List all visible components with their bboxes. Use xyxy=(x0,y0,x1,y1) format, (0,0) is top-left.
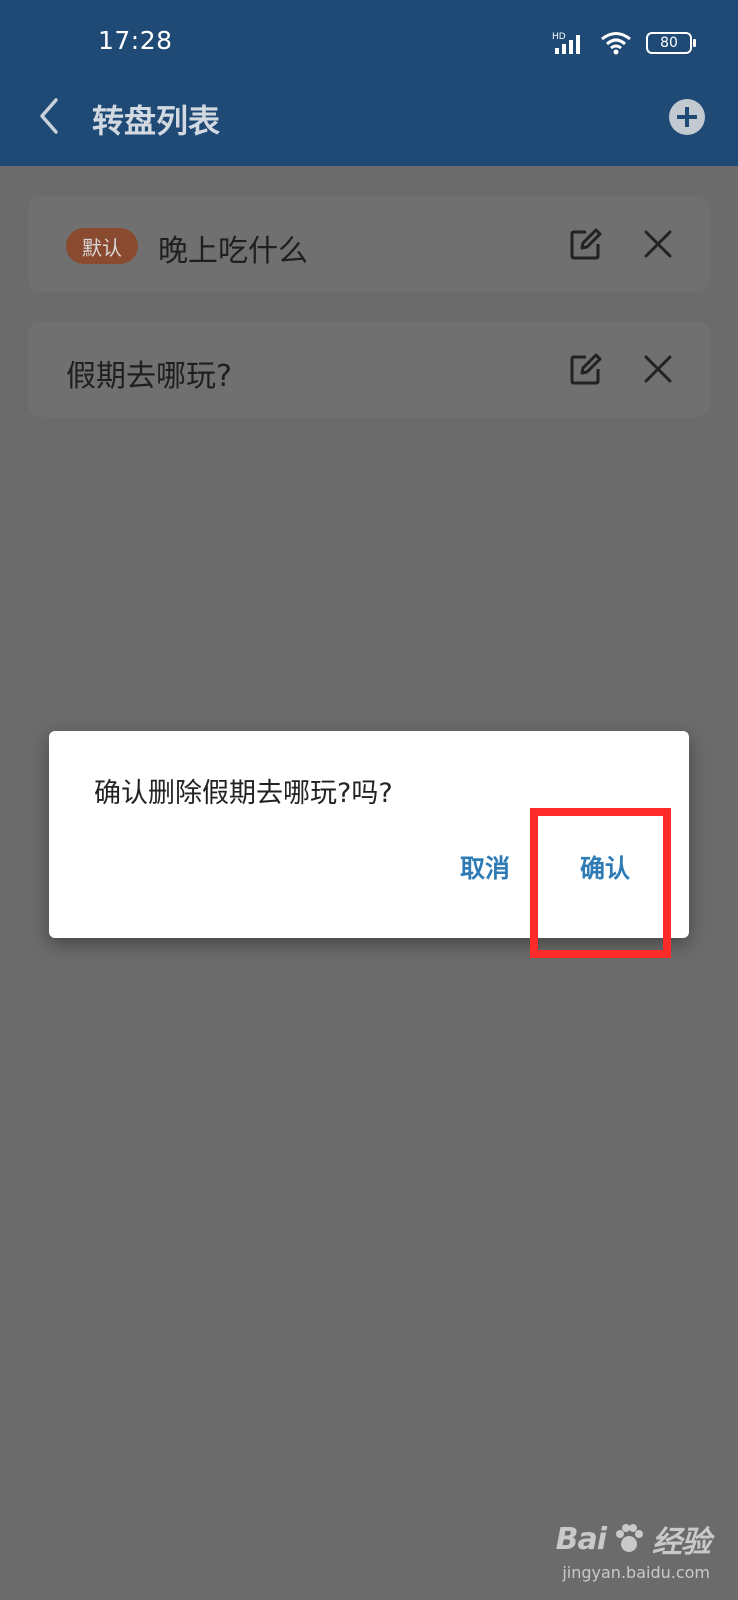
dialog-message: 确认删除假期去哪玩?吗? xyxy=(94,778,393,809)
list-item-label: 假期去哪玩? xyxy=(66,359,232,394)
signal-icon: HD xyxy=(552,32,580,54)
watermark-logo: Bai 经验 xyxy=(555,1517,711,1561)
page-title: 转盘列表 xyxy=(92,102,221,140)
back-arrow-icon[interactable] xyxy=(34,96,64,136)
delete-icon[interactable] xyxy=(642,228,674,260)
highlight-box xyxy=(530,808,671,958)
watermark-url: jingyan.baidu.com xyxy=(562,1563,710,1582)
add-icon[interactable] xyxy=(668,98,706,136)
status-time: 17:28 xyxy=(98,26,173,55)
list-item[interactable]: 假期去哪玩? xyxy=(28,321,710,417)
edit-icon[interactable] xyxy=(568,351,604,387)
list-item-label: 晚上吃什么 xyxy=(158,234,308,269)
watermark-brand: Bai xyxy=(555,1521,607,1557)
network-type: HD xyxy=(552,32,566,42)
baidu-jingyan-watermark: Bai 经验 jingyan.baidu.com xyxy=(555,1517,711,1583)
battery-level: 80 xyxy=(660,35,678,51)
default-badge: 默认 xyxy=(66,228,138,264)
cancel-button[interactable]: 取消 xyxy=(460,849,510,885)
paw-icon xyxy=(616,1524,643,1552)
list-item[interactable]: 默认 晚上吃什么 xyxy=(28,196,710,292)
delete-icon[interactable] xyxy=(642,353,674,385)
wifi-icon xyxy=(601,32,631,55)
header: 17:28 HD 80 转盘列表 xyxy=(0,0,738,166)
watermark-brand-cn: 经验 xyxy=(652,1525,711,1560)
battery-icon: 80 xyxy=(646,32,696,54)
status-icons: HD 80 xyxy=(552,28,696,58)
edit-icon[interactable] xyxy=(568,226,604,262)
